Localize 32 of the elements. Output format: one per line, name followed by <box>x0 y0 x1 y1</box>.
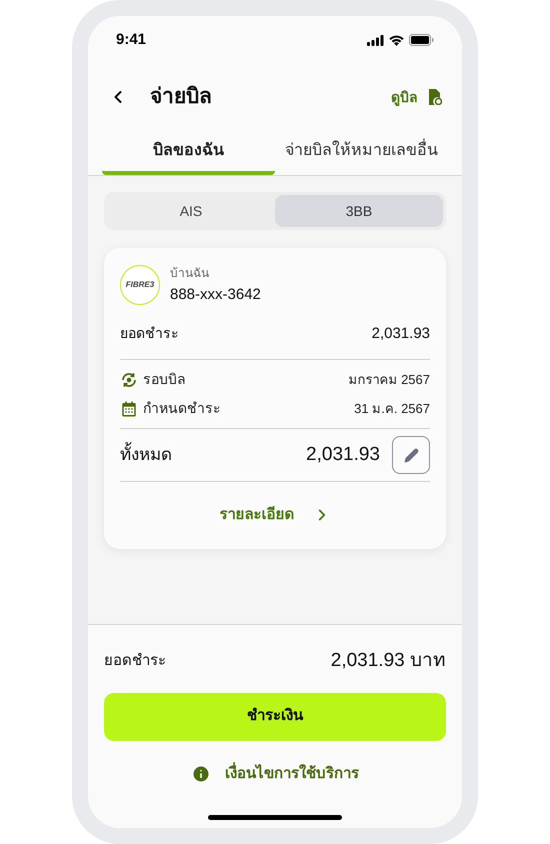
amount-label: ยอดชำระ <box>120 324 179 344</box>
wifi-icon <box>389 34 404 46</box>
view-bill-button[interactable]: ดูบิล <box>391 86 418 108</box>
summary-label: ยอดชำระ <box>104 651 166 671</box>
amount-value: 2,031.93 <box>372 324 430 344</box>
total-label: ทั้งหมด <box>120 442 172 468</box>
edit-button[interactable] <box>392 436 430 474</box>
bill-document-icon[interactable] <box>428 89 442 105</box>
refresh-coin-icon <box>120 370 138 388</box>
tab[interactable]: บิลของฉัน <box>102 130 275 175</box>
battery-icon <box>409 34 434 46</box>
tab[interactable]: จ่ายบิลให้หมายเลขอื่น <box>275 130 448 175</box>
signal-icon <box>367 34 384 46</box>
total-value: 2,031.93 <box>306 442 380 467</box>
provider-logo: FIBRE3 <box>120 265 160 306</box>
pay-button[interactable]: ชำระเงิน <box>104 692 446 740</box>
detail-value: มกราคม 2567 <box>348 370 430 389</box>
detail-value: 31 ม.ค. 2567 <box>354 400 430 418</box>
terms-link[interactable]: เงื่อนไขการใช้บริการ <box>191 762 359 785</box>
calendar-icon <box>120 400 138 418</box>
summary-amount: 2,031.93 บาท <box>330 649 446 673</box>
page-title: จ่ายบิล <box>150 84 212 110</box>
account-number: 888-xxx-3642 <box>170 285 261 305</box>
info-icon <box>191 764 211 784</box>
segment[interactable]: 3BB <box>275 195 443 227</box>
detail-label: รอบบิล <box>143 370 186 389</box>
detail-label: กำหนดชำระ <box>143 399 221 418</box>
segment[interactable]: AIS <box>107 195 275 227</box>
account-name: บ้านฉัน <box>170 265 210 282</box>
pencil-icon <box>404 448 418 462</box>
details-link[interactable]: รายละเอียด <box>220 504 330 526</box>
status-time: 9:41 <box>116 30 146 50</box>
